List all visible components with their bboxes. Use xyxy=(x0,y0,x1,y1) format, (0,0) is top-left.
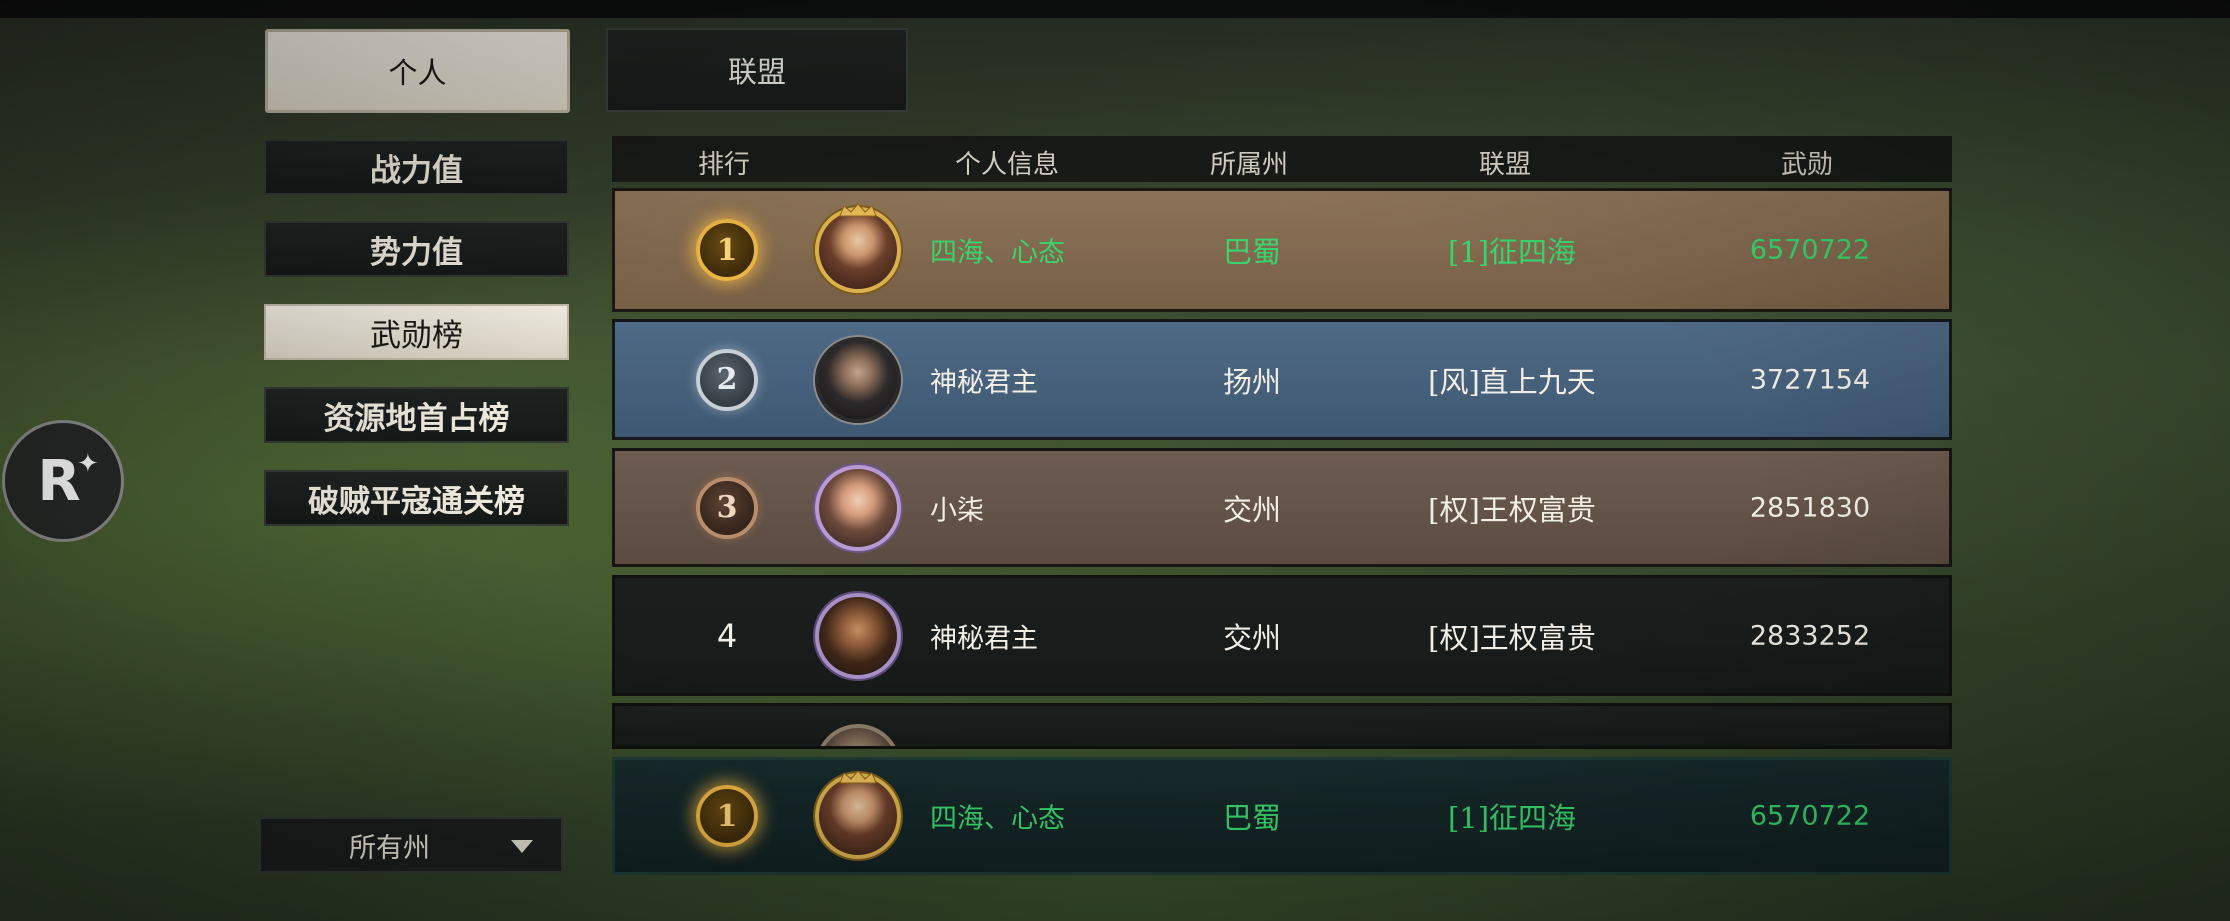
silver-medal-icon: 2 xyxy=(696,348,758,411)
rank-number: 4 xyxy=(716,616,738,655)
player-state: 交州 xyxy=(1222,492,1282,527)
header-alliance: 联盟 xyxy=(1478,150,1532,180)
table-row[interactable]: 3 小柒 交州 [权]王权富贵 2851830 xyxy=(612,448,1952,567)
floating-r-button[interactable]: R ✦ xyxy=(2,420,124,542)
avatar[interactable] xyxy=(815,207,901,293)
filter-label: 所有州 xyxy=(349,832,430,864)
player-state: 巴蜀 xyxy=(1222,801,1282,835)
player-score: 6570722 xyxy=(1749,800,1871,832)
sidebar-item-label: 资源地首占榜 xyxy=(323,400,510,437)
header-score: 武勋 xyxy=(1780,150,1834,180)
table-header: 排行 个人信息 所属州 联盟 武勋 xyxy=(612,136,1952,182)
gold-medal-icon: 1 xyxy=(696,785,758,847)
rank-number: 1 xyxy=(716,232,738,268)
player-name[interactable]: 神秘君主 xyxy=(930,616,1038,655)
avatar[interactable] xyxy=(815,336,901,423)
tab-personal[interactable]: 个人 xyxy=(265,29,570,113)
dropdown-triangle-icon xyxy=(511,840,533,853)
gold-medal-icon: 1 xyxy=(696,219,758,281)
player-alliance[interactable]: [1]征四海 xyxy=(1448,795,1576,837)
player-alliance[interactable]: [风]直上九天 xyxy=(1428,359,1596,401)
sidebar-item-label: 武勋榜 xyxy=(370,317,463,354)
table-row[interactable]: 1 四海、心态 巴蜀 [1]征四海 6570722 xyxy=(612,188,1952,312)
player-score: 2851830 xyxy=(1749,492,1871,523)
sidebar-item-label: 破贼平寇通关榜 xyxy=(308,483,525,520)
player-name[interactable]: 四海、心态 xyxy=(930,231,1065,270)
top-bar xyxy=(0,0,2230,18)
player-alliance[interactable]: [权]王权富贵 xyxy=(1428,487,1596,529)
tab-alliance-label: 联盟 xyxy=(727,55,786,89)
tab-personal-label: 个人 xyxy=(388,56,447,90)
player-score: 6570722 xyxy=(1749,234,1871,266)
table-row[interactable]: 4 神秘君主 交州 [权]王权富贵 2833252 xyxy=(612,575,1952,696)
sidebar-item-merit[interactable]: 武勋榜 xyxy=(264,304,569,360)
r-letter: R xyxy=(37,448,81,514)
rank-number: 1 xyxy=(716,798,738,834)
avatar[interactable] xyxy=(815,773,901,859)
header-info: 个人信息 xyxy=(954,150,1060,180)
player-alliance[interactable]: [权]王权富贵 xyxy=(1428,615,1596,657)
rank-number: 3 xyxy=(716,490,738,525)
my-rank-row[interactable]: 1 四海、心态 巴蜀 [1]征四海 6570722 xyxy=(612,757,1952,875)
sparkle-icon: ✦ xyxy=(77,449,99,479)
avatar[interactable] xyxy=(815,464,901,551)
player-name[interactable]: 四海、心态 xyxy=(930,797,1065,836)
sidebar-item-label: 战力值 xyxy=(370,152,463,189)
crown-icon xyxy=(838,770,878,784)
header-state: 所属州 xyxy=(1209,150,1289,180)
player-state: 巴蜀 xyxy=(1222,235,1282,269)
rank-number: 2 xyxy=(716,362,738,397)
table-row[interactable]: 2 神秘君主 扬州 [风]直上九天 3727154 xyxy=(612,319,1952,440)
crown-icon xyxy=(838,203,878,217)
state-filter-dropdown[interactable]: 所有州 xyxy=(259,817,563,873)
sidebar-item-resource-first[interactable]: 资源地首占榜 xyxy=(264,387,569,443)
player-name[interactable]: 小柒 xyxy=(930,488,984,527)
sidebar-item-bandit-clear[interactable]: 破贼平寇通关榜 xyxy=(264,470,569,526)
player-score: 3727154 xyxy=(1749,364,1871,395)
header-rank: 排行 xyxy=(697,150,751,180)
table-row-partial[interactable] xyxy=(612,703,1952,749)
bronze-medal-icon: 3 xyxy=(696,476,758,539)
player-name[interactable]: 神秘君主 xyxy=(930,360,1038,399)
sidebar-item-influence[interactable]: 势力值 xyxy=(264,221,569,277)
player-score: 2833252 xyxy=(1749,620,1871,651)
avatar[interactable] xyxy=(815,592,901,679)
sidebar-item-label: 势力值 xyxy=(370,234,463,271)
player-state: 交州 xyxy=(1222,620,1282,655)
avatar xyxy=(815,724,901,746)
sidebar-item-power[interactable]: 战力值 xyxy=(264,139,569,195)
tab-alliance[interactable]: 联盟 xyxy=(606,28,908,112)
player-alliance[interactable]: [1]征四海 xyxy=(1448,229,1576,271)
player-state: 扬州 xyxy=(1222,364,1282,399)
